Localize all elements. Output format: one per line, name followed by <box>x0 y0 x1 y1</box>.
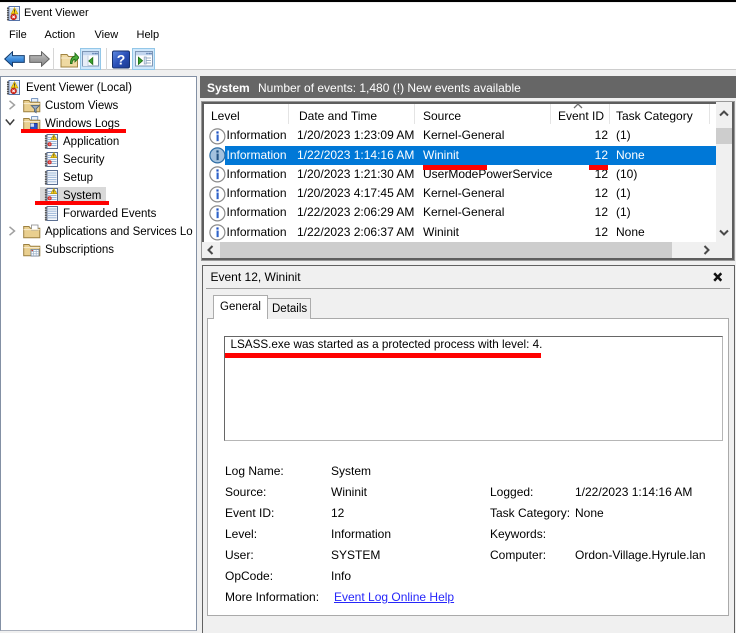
svg-text:?: ? <box>117 52 126 68</box>
